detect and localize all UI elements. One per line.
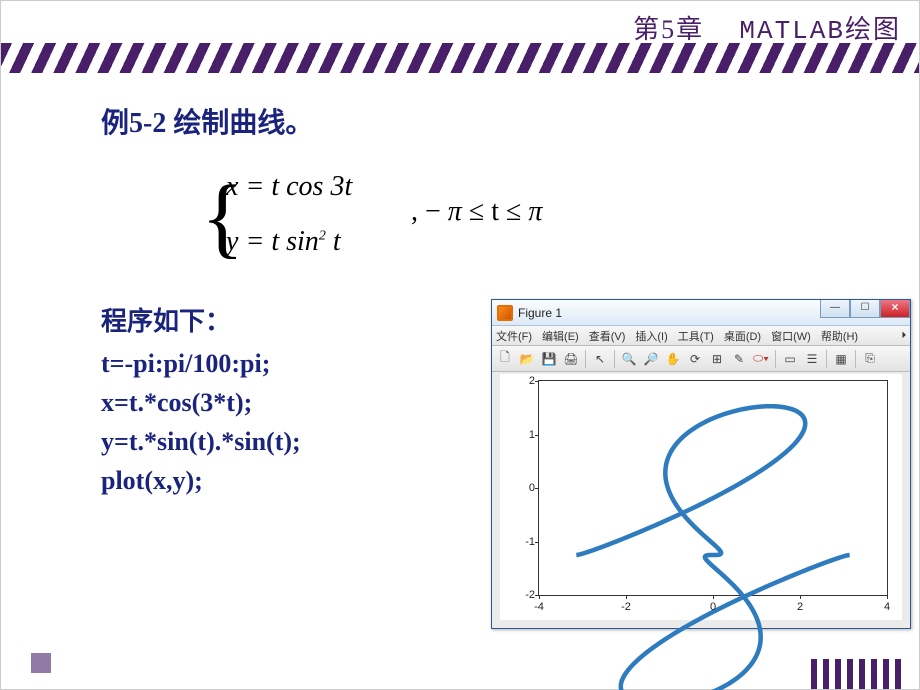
chapter-suffix-char: 章 xyxy=(676,16,704,46)
y-tick-label: 0 xyxy=(515,482,535,494)
plot-canvas: -2-1012-4-2024 xyxy=(500,374,902,620)
menu-edit[interactable]: 编辑(E) xyxy=(542,328,579,344)
open-icon[interactable]: 📂 xyxy=(517,349,537,369)
matlab-figure-window: Figure 1 — ☐ × 文件(F) 编辑(E) 查看(V) 插入(I) 工… xyxy=(491,299,911,629)
menu-overflow-icon[interactable]: 🞂 xyxy=(902,330,906,341)
menu-window[interactable]: 窗口(W) xyxy=(771,328,811,344)
x-tick xyxy=(539,595,540,599)
menu-desktop[interactable]: 桌面(D) xyxy=(724,328,761,344)
equation-x: x = t cos 3t xyxy=(226,171,352,203)
x-tick-label: 4 xyxy=(884,601,890,613)
menu-insert[interactable]: 插入(I) xyxy=(635,328,667,344)
y-tick-label: 1 xyxy=(515,429,535,441)
toolbar-separator xyxy=(826,350,827,368)
example-title: 例5-2 绘制曲线。 xyxy=(101,101,879,141)
chapter-number: 5 xyxy=(661,15,676,44)
toolbar-separator xyxy=(775,350,776,368)
toolbar-separator xyxy=(855,350,856,368)
x-tick-label: -4 xyxy=(534,601,544,613)
y-tick-label: 2 xyxy=(515,375,535,387)
chapter-title: MATLAB绘图 xyxy=(739,16,901,46)
y-tick-label: -2 xyxy=(515,589,535,601)
x-tick xyxy=(800,595,801,599)
x-tick xyxy=(887,595,888,599)
chapter-prefix: 第 xyxy=(633,16,661,46)
pointer-icon[interactable]: ↖ xyxy=(590,349,610,369)
equation-range: , − π ≤ t ≤ π xyxy=(411,196,542,228)
brush-icon[interactable]: ✎ xyxy=(729,349,749,369)
x-tick xyxy=(626,595,627,599)
close-button[interactable]: × xyxy=(880,300,910,318)
header-hatch-decor xyxy=(1,43,919,73)
exponent: 2 xyxy=(319,229,326,244)
footer-bars-decor xyxy=(811,659,901,689)
new-figure-icon[interactable]: 🗋 xyxy=(495,349,515,369)
menu-bar: 文件(F) 编辑(E) 查看(V) 插入(I) 工具(T) 桌面(D) 窗口(W… xyxy=(492,326,910,346)
save-icon[interactable]: 💾 xyxy=(539,349,559,369)
rotate-icon[interactable]: ⟳ xyxy=(685,349,705,369)
menu-help[interactable]: 帮助(H) xyxy=(821,328,858,344)
y-tick xyxy=(535,381,539,382)
toolbar-separator xyxy=(585,350,586,368)
zoom-in-icon[interactable]: 🔍 xyxy=(619,349,639,369)
minimize-button[interactable]: — xyxy=(820,300,850,318)
data-cursor-icon[interactable]: ⊞ xyxy=(707,349,727,369)
pan-icon[interactable]: ✋ xyxy=(663,349,683,369)
axes-box[interactable]: -2-1012-4-2024 xyxy=(538,380,888,596)
window-buttons: — ☐ × xyxy=(820,300,910,320)
x-tick-label: -2 xyxy=(621,601,631,613)
curve-plot xyxy=(539,381,887,690)
slide: 第5章 MATLAB绘图 例5-2 绘制曲线。 { x = t cos 3t y… xyxy=(0,0,920,690)
equation-y: y = t sin2 t xyxy=(226,226,341,258)
y-tick-label: -1 xyxy=(515,536,535,548)
y-tick xyxy=(535,542,539,543)
menu-view[interactable]: 查看(V) xyxy=(589,328,626,344)
link-icon[interactable]: ⬭▾ xyxy=(751,349,771,369)
x-tick-label: 2 xyxy=(797,601,803,613)
matlab-icon xyxy=(497,305,513,321)
y-tick xyxy=(535,488,539,489)
legend-icon[interactable]: ☰ xyxy=(802,349,822,369)
menu-tools[interactable]: 工具(T) xyxy=(678,328,714,344)
footer-square-decor xyxy=(31,653,51,673)
print-icon[interactable]: 🖨 xyxy=(561,349,581,369)
slide-header: 第5章 MATLAB绘图 xyxy=(1,1,919,71)
axes-grid-icon[interactable]: ▦ xyxy=(831,349,851,369)
dock-icon[interactable]: ⎘ xyxy=(860,349,880,369)
figure-title: Figure 1 xyxy=(518,306,562,320)
toolbar: 🗋 📂 💾 🖨 ↖ 🔍 🔎 ✋ ⟳ ⊞ ✎ ⬭▾ ▭ ☰ ▦ ⎘ xyxy=(492,346,910,372)
y-tick xyxy=(535,435,539,436)
colorbar-icon[interactable]: ▭ xyxy=(780,349,800,369)
zoom-out-icon[interactable]: 🔎 xyxy=(641,349,661,369)
chapter-label: 第5章 MATLAB绘图 xyxy=(633,9,901,46)
toolbar-separator xyxy=(614,350,615,368)
menu-file[interactable]: 文件(F) xyxy=(496,328,532,344)
x-tick-label: 0 xyxy=(710,601,716,613)
curve-path xyxy=(576,406,849,690)
equation-block: { x = t cos 3t y = t sin2 t , − π ≤ t ≤ … xyxy=(221,171,879,291)
window-titlebar[interactable]: Figure 1 — ☐ × xyxy=(492,300,910,326)
x-tick xyxy=(713,595,714,599)
maximize-button[interactable]: ☐ xyxy=(850,300,880,318)
